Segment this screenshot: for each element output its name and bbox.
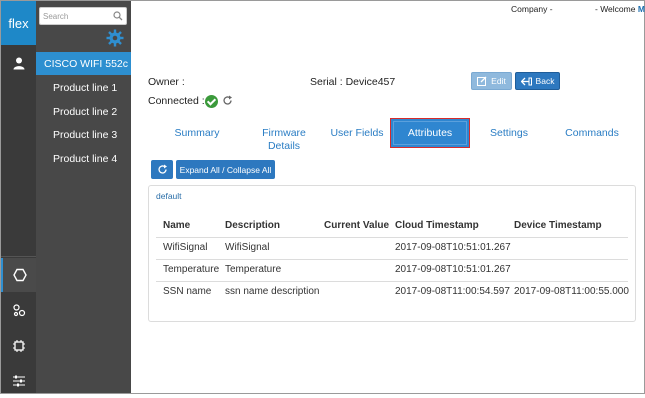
search-box <box>39 7 127 25</box>
refresh-status-icon[interactable] <box>222 95 233 109</box>
cell-name: SSN name <box>163 286 212 297</box>
welcome-text: - Welcome M <box>595 4 645 14</box>
welcome-user-link[interactable]: M <box>638 4 645 14</box>
panel-title[interactable]: default <box>156 191 182 201</box>
tab-firmware-details[interactable]: Firmware Details <box>255 127 313 153</box>
edit-label: Edit <box>491 76 506 86</box>
back-label: Back <box>535 76 555 86</box>
cell-device-timestamp: 2017-09-08T11:00:55.000 <box>514 286 629 297</box>
attributes-panel: default Name Description Current Value C… <box>148 185 636 322</box>
icon-rail: flex <box>1 1 36 393</box>
serial-label: Serial : Device457 <box>310 76 396 88</box>
cog-network-icon[interactable] <box>1 293 36 327</box>
cell-description: Temperature <box>225 264 282 275</box>
cell-description: ssn name description <box>225 286 320 297</box>
tab-commands[interactable]: Commands <box>562 127 622 140</box>
welcome-label: - Welcome <box>595 4 636 14</box>
refresh-button[interactable] <box>151 160 173 179</box>
cell-description: WifiSignal <box>225 242 270 253</box>
sidebar: CISCO WIFI 552c Product line 1 Product l… <box>36 1 131 393</box>
column-header-name: Name <box>163 220 191 231</box>
column-header-cloud-timestamp: Cloud Timestamp <box>395 220 479 231</box>
connected-check-icon <box>205 95 218 108</box>
search-input[interactable] <box>40 8 110 24</box>
sidebar-item-product-line-1[interactable]: Product line 1 <box>53 82 117 94</box>
back-icon <box>520 77 532 85</box>
header-divider <box>156 237 628 238</box>
hexagon-icon[interactable] <box>1 258 36 292</box>
tab-firmware-line1: Firmware <box>262 127 306 139</box>
tab-settings[interactable]: Settings <box>486 127 532 140</box>
sidebar-item-device[interactable]: CISCO WIFI 552c <box>36 52 131 75</box>
sidebar-item-product-line-4[interactable]: Product line 4 <box>53 153 117 165</box>
tab-firmware-line2: Details <box>267 140 301 152</box>
column-header-description: Description <box>225 220 281 231</box>
back-button[interactable]: Back <box>515 72 560 90</box>
app-logo[interactable]: flex <box>1 1 36 45</box>
top-header: Company - - Welcome M <box>131 1 645 17</box>
tab-attributes-focus-ring <box>393 121 467 145</box>
search-icon[interactable] <box>113 11 123 24</box>
edit-button[interactable]: Edit <box>471 72 512 90</box>
column-header-device-timestamp: Device Timestamp <box>514 220 602 231</box>
user-icon[interactable] <box>1 50 36 76</box>
expand-collapse-button[interactable]: Expand All / Collapse All <box>176 160 275 179</box>
sliders-icon[interactable] <box>1 364 36 398</box>
cell-cloud-timestamp: 2017-09-08T10:51:01.267 <box>395 264 511 275</box>
cell-name: WifiSignal <box>163 242 208 253</box>
tab-attributes[interactable]: Attributes <box>390 118 470 148</box>
refresh-icon <box>157 164 167 174</box>
owner-label: Owner : <box>148 76 185 88</box>
company-label: Company - <box>511 4 553 14</box>
connected-label: Connected : <box>148 95 205 107</box>
sidebar-item-product-line-2[interactable]: Product line 2 <box>53 106 117 118</box>
cell-cloud-timestamp: 2017-09-08T10:51:01.267 <box>395 242 511 253</box>
edit-icon <box>477 76 487 86</box>
cell-name: Temperature <box>163 264 220 275</box>
tab-user-fields[interactable]: User Fields <box>329 127 385 140</box>
tab-summary[interactable]: Summary <box>171 127 223 140</box>
chip-icon[interactable] <box>1 329 36 363</box>
column-header-current-value: Current Value <box>324 220 390 231</box>
sidebar-item-product-line-3[interactable]: Product line 3 <box>53 129 117 141</box>
row-divider <box>156 281 628 282</box>
rail-divider <box>1 256 36 257</box>
gear-icon[interactable] <box>106 29 124 47</box>
row-divider <box>156 259 628 260</box>
cell-cloud-timestamp: 2017-09-08T11:00:54.597 <box>395 286 510 297</box>
